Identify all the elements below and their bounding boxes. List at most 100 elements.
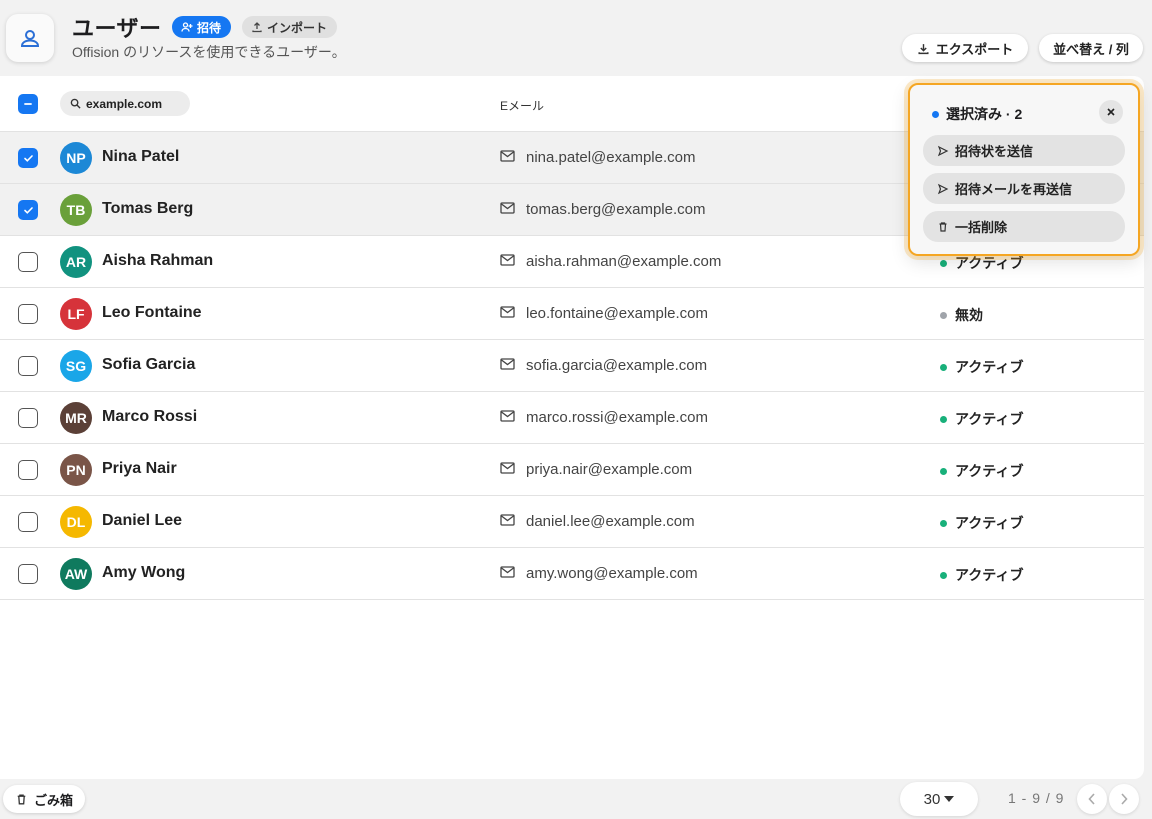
page-header: ユーザー 招待 インポート Offision のリソースを使用できるユーザー。 …: [0, 0, 1152, 76]
per-page-select[interactable]: 30: [900, 782, 978, 816]
table-row[interactable]: AW Amy Wong amy.wong@example.com アクティブ: [0, 548, 1144, 600]
table-row[interactable]: LF Leo Fontaine leo.fontaine@example.com 無効: [0, 288, 1144, 340]
trash-button[interactable]: ごみ箱: [3, 785, 86, 813]
status-label: アクティブ: [955, 463, 1024, 479]
user-email: marco.rossi@example.com: [526, 409, 708, 426]
row-checkbox[interactable]: [18, 512, 38, 532]
export-label: エクスポート: [935, 41, 1014, 57]
close-button[interactable]: [1099, 100, 1123, 124]
check-icon: [23, 154, 33, 162]
page-info: 1 - 9 / 9: [1008, 790, 1065, 806]
chevron-left-icon: [1088, 793, 1095, 805]
status-badge: アクティブ: [940, 513, 1023, 533]
mail-icon: [500, 410, 515, 422]
bulk-delete-label: 一括削除: [955, 220, 1008, 235]
avatar: AR: [60, 246, 92, 278]
status-label: アクティブ: [955, 359, 1024, 375]
avatar: LF: [60, 298, 92, 330]
user-name: Aisha Rahman: [102, 252, 214, 269]
user-email: amy.wong@example.com: [526, 565, 698, 582]
avatar: NP: [60, 142, 92, 174]
invite-label: 招待: [197, 20, 222, 35]
user-name: Sofia Garcia: [102, 356, 196, 373]
trash-icon: [17, 794, 26, 804]
search-value: example.com: [86, 96, 163, 111]
mail-icon: [500, 150, 515, 162]
mail-icon: [500, 306, 515, 318]
status-label: 無効: [955, 307, 983, 323]
user-email: nina.patel@example.com: [526, 149, 696, 166]
check-icon: [23, 206, 33, 214]
mail-icon: [500, 514, 515, 526]
user-name: Nina Patel: [102, 148, 180, 165]
status-label: アクティブ: [955, 411, 1024, 427]
send-invite-label: 招待状を送信: [955, 144, 1034, 159]
row-checkbox[interactable]: [18, 356, 38, 376]
avatar: AW: [60, 558, 92, 590]
row-checkbox[interactable]: [18, 460, 38, 480]
user-email: sofia.garcia@example.com: [526, 357, 708, 374]
export-button[interactable]: エクスポート: [902, 34, 1028, 62]
user-name: Priya Nair: [102, 460, 177, 477]
resend-invite-button[interactable]: 招待メールを再送信: [923, 173, 1125, 204]
status-dot-icon: [940, 415, 947, 423]
status-badge: 無効: [940, 305, 983, 325]
user-name: Daniel Lee: [102, 512, 183, 529]
status-dot-icon: [940, 311, 947, 319]
avatar: PN: [60, 454, 92, 486]
status-label: アクティブ: [955, 255, 1024, 271]
status-label: アクティブ: [955, 567, 1024, 583]
status-dot-icon: [940, 519, 947, 527]
page-subtitle: Offision のリソースを使用できるユーザー。: [72, 44, 346, 60]
row-checkbox[interactable]: [18, 564, 38, 584]
table-row[interactable]: DL Daniel Lee daniel.lee@example.com アクティブ: [0, 496, 1144, 548]
close-icon: [1107, 108, 1115, 116]
selection-count: 選択済み · 2: [932, 104, 1022, 124]
prev-page-button[interactable]: [1077, 784, 1107, 814]
upload-icon: [252, 22, 262, 33]
user-email: leo.fontaine@example.com: [526, 305, 708, 322]
selection-dot-icon: [932, 110, 939, 118]
download-icon: [918, 43, 929, 54]
user-email: priya.nair@example.com: [526, 461, 693, 478]
row-checkbox[interactable]: [18, 304, 38, 324]
bulk-delete-button[interactable]: 一括削除: [923, 211, 1125, 242]
trash-label: ごみ箱: [34, 792, 74, 808]
table-row[interactable]: PN Priya Nair priya.nair@example.com アクティブ: [0, 444, 1144, 496]
avatar: SG: [60, 350, 92, 382]
status-badge: アクティブ: [940, 461, 1023, 481]
table-row[interactable]: MR Marco Rossi marco.rossi@example.com アクティ…: [0, 392, 1144, 444]
mail-icon: [500, 462, 515, 474]
user-email: daniel.lee@example.com: [526, 513, 695, 530]
status-dot-icon: [940, 571, 947, 579]
row-checkbox[interactable]: [18, 252, 38, 272]
per-page-value: 30: [923, 790, 941, 808]
status-badge: アクティブ: [940, 357, 1023, 377]
table-row[interactable]: SG Sofia Garcia sofia.garcia@example.com アク…: [0, 340, 1144, 392]
user-name: Marco Rossi: [102, 408, 198, 425]
send-icon: [937, 183, 949, 194]
page-title: ユーザー: [72, 16, 162, 41]
row-checkbox[interactable]: [18, 148, 38, 168]
avatar: DL: [60, 506, 92, 538]
status-badge: アクティブ: [940, 409, 1023, 429]
bulk-actions-popover: 選択済み · 2 招待状を送信 招待メールを再送信 一括削除: [908, 83, 1140, 256]
status-dot-icon: [940, 259, 947, 267]
row-checkbox[interactable]: [18, 200, 38, 220]
status-dot-icon: [940, 363, 947, 371]
avatar: TB: [60, 194, 92, 226]
email-column-header[interactable]: Eメール: [500, 97, 544, 114]
search-input[interactable]: example.com: [60, 91, 190, 116]
sort-label: 並べ替え / 列: [1053, 41, 1129, 57]
status-badge: アクティブ: [940, 565, 1023, 585]
user-name: Amy Wong: [102, 564, 186, 581]
sort-columns-button[interactable]: 並べ替え / 列: [1039, 34, 1143, 62]
next-page-button[interactable]: [1109, 784, 1139, 814]
send-invite-button[interactable]: 招待状を送信: [923, 135, 1125, 166]
invite-button[interactable]: 招待: [172, 16, 232, 38]
import-button[interactable]: インポート: [242, 16, 338, 38]
row-checkbox[interactable]: [18, 408, 38, 428]
mail-icon: [500, 566, 515, 578]
select-all-checkbox[interactable]: [18, 94, 38, 114]
trash-icon: [939, 221, 947, 232]
